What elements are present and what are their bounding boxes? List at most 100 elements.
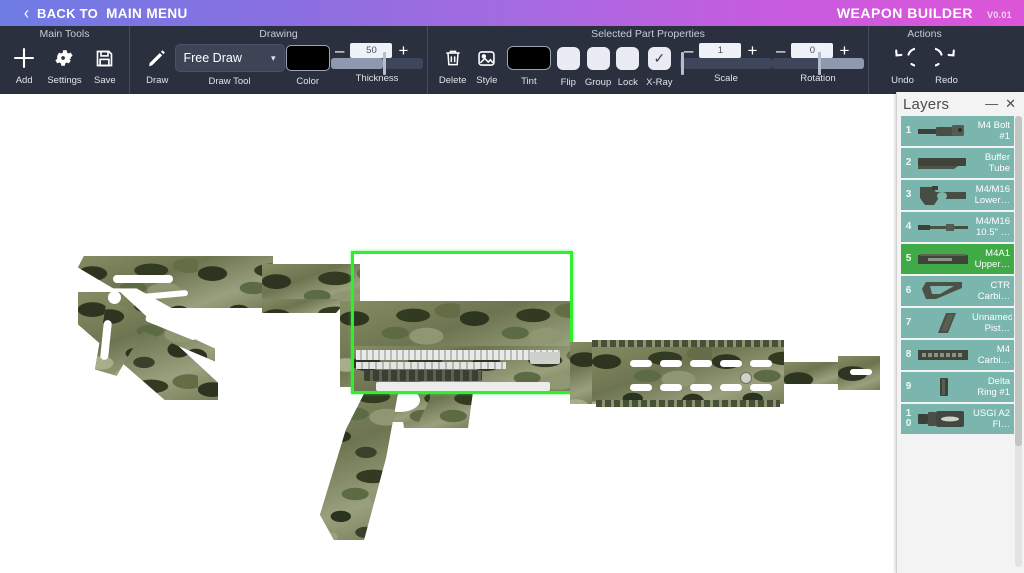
gear-icon[interactable] — [53, 43, 75, 73]
thickness-slider[interactable] — [331, 58, 423, 69]
lock-checkbox[interactable] — [616, 47, 639, 70]
thickness-minus-button[interactable]: – — [335, 44, 344, 58]
scale-minus-button[interactable]: – — [684, 44, 693, 58]
minimize-icon[interactable]: — — [985, 99, 998, 109]
settings-label: Settings — [47, 75, 81, 86]
layers-scrollbar-thumb[interactable] — [1015, 116, 1022, 446]
group-checkbox[interactable] — [587, 47, 610, 70]
weapon-canvas[interactable] — [0, 94, 1024, 573]
scale-slider[interactable] — [680, 58, 772, 69]
toolbar-group-selected-part-properties: Selected Part Properties Delete Style Ti… — [427, 26, 868, 94]
layer-number: 10 — [903, 409, 914, 429]
back-to-main-menu-button[interactable]: ‹ BACK TO MAIN MENU — [0, 6, 188, 21]
app-header: ‹ BACK TO MAIN MENU WEAPON BUILDER V0.01 — [0, 0, 1024, 26]
layer-row[interactable]: 1 M4 Bolt #1 — [901, 116, 1014, 146]
chevron-down-icon[interactable]: ▾ — [271, 53, 276, 64]
color-swatch[interactable] — [286, 45, 330, 71]
redo-icon[interactable] — [935, 43, 959, 73]
tint-swatch[interactable] — [507, 46, 551, 70]
weapon-part-delta-ring[interactable] — [570, 342, 594, 404]
weapon-part-stock-hole — [108, 291, 121, 304]
weapon-part-pistol-grip[interactable] — [300, 382, 400, 540]
draw-button[interactable]: Draw — [140, 42, 175, 86]
layer-name: USGI A2 Fl… — [972, 408, 1012, 430]
flip-checkbox[interactable] — [557, 47, 580, 70]
weapon-part-handguard-vent-1 — [630, 360, 652, 367]
rotation-minus-button[interactable]: – — [776, 44, 785, 58]
layer-name: Buffer Tube — [972, 152, 1012, 174]
pencil-icon[interactable] — [146, 43, 168, 73]
weapon-part-magwell-opening — [424, 432, 480, 464]
undo-button[interactable]: Undo — [881, 42, 925, 86]
weapon-part-buffer-tube-shelf[interactable] — [262, 299, 348, 313]
settings-button[interactable]: Settings — [44, 42, 84, 86]
group-label: Group — [585, 77, 611, 88]
draw-tool-select[interactable]: Free Draw ▾ — [175, 44, 285, 72]
scale-slider-thumb[interactable] — [681, 52, 684, 75]
scale-plus-button[interactable]: + — [747, 44, 757, 58]
bolt-carrier-thumb — [914, 118, 972, 144]
xray-checkbox[interactable]: ✓ — [648, 47, 671, 70]
chevron-left-icon[interactable]: ‹ — [24, 4, 29, 23]
image-style-icon[interactable] — [476, 43, 497, 73]
back-to-label: BACK TO — [37, 6, 98, 21]
weapon-part-handguard-vent-4 — [720, 360, 742, 367]
weapon-part-barrel[interactable] — [784, 362, 844, 384]
rotation-slider[interactable] — [772, 58, 864, 69]
layers-scrollbar-track[interactable] — [1015, 116, 1022, 567]
delete-button[interactable]: Delete — [436, 42, 469, 86]
draw-tool-label: Draw Tool — [208, 76, 250, 87]
rotation-value[interactable]: 0 — [791, 43, 833, 58]
layer-row[interactable]: 2 Buffer Tube — [901, 148, 1014, 178]
weapon-part-handguard-screw — [740, 372, 752, 384]
layer-row[interactable]: 10 USGI A2 Fl… — [901, 404, 1014, 434]
style-button[interactable]: Style — [469, 42, 504, 86]
lower-receiver-thumb — [914, 182, 972, 208]
rotation-slider-thumb[interactable] — [818, 52, 821, 75]
layers-list[interactable]: 1 M4 Bolt #1 2 Buffer Tube 3 M4/M16 Lowe… — [901, 116, 1014, 567]
plus-icon[interactable] — [12, 43, 36, 73]
layer-number: 4 — [903, 222, 914, 232]
add-button[interactable]: Add — [4, 42, 44, 86]
weapon-part-handguard-vent-3 — [690, 360, 712, 367]
lock-checkbox-wrap: Lock — [613, 42, 643, 88]
undo-icon[interactable] — [891, 43, 915, 73]
layers-panel: Layers — ✕ 1 M4 Bolt #1 2 Buffer Tube 3 — [896, 92, 1024, 573]
layer-row[interactable]: 9 Delta Ring #1 — [901, 372, 1014, 402]
layer-number: 9 — [903, 382, 914, 392]
layers-panel-header: Layers — ✕ — [897, 92, 1024, 116]
layer-row[interactable]: 4 M4/M16 10.5" … — [901, 212, 1014, 242]
weapon-part-handguard-vent-5 — [750, 360, 772, 367]
trash-icon[interactable] — [443, 43, 463, 73]
xray-label: X-Ray — [646, 77, 672, 88]
delete-label: Delete — [439, 75, 466, 86]
redo-button[interactable]: Redo — [925, 42, 969, 86]
floppy-disk-icon[interactable] — [94, 43, 115, 73]
toolbar-group-main-tools: Main Tools Add Settings Save — [0, 26, 129, 94]
weapon-part-handguard-vent-2 — [660, 360, 682, 367]
layer-name: Delta Ring #1 — [972, 376, 1012, 398]
weapon-part-bolt-carrier[interactable] — [364, 370, 482, 381]
layer-row[interactable]: 5 M4A1 Upper… — [901, 244, 1014, 274]
tint-wrap: Tint — [504, 42, 553, 87]
close-icon[interactable]: ✕ — [1005, 99, 1016, 109]
check-icon: ✓ — [653, 50, 665, 67]
layer-row[interactable]: 7 Unnamed Pist… — [901, 308, 1014, 338]
thickness-plus-button[interactable]: + — [398, 44, 408, 58]
flip-checkbox-wrap: Flip — [553, 42, 583, 88]
rotation-plus-button[interactable]: + — [839, 44, 849, 58]
weapon-part-charging-handle — [376, 382, 550, 391]
weapon-part-handguard[interactable] — [592, 344, 784, 404]
layer-row[interactable]: 6 CTR Carbi… — [901, 276, 1014, 306]
weapon-part-handguard-vent-6 — [630, 384, 652, 391]
save-button[interactable]: Save — [85, 42, 125, 86]
thickness-value[interactable]: 50 — [350, 43, 392, 58]
thickness-slider-thumb[interactable] — [383, 52, 386, 75]
layer-name: Unnamed Pist… — [972, 312, 1012, 334]
layer-row[interactable]: 3 M4/M16 Lower… — [901, 180, 1014, 210]
layer-row[interactable]: 8 M4 Carbi… — [901, 340, 1014, 370]
stock-thumb — [914, 278, 972, 304]
group-checkbox-wrap: Group — [583, 42, 613, 88]
scale-value[interactable]: 1 — [699, 43, 741, 58]
weapon-part-buffer-tube[interactable] — [262, 264, 360, 302]
